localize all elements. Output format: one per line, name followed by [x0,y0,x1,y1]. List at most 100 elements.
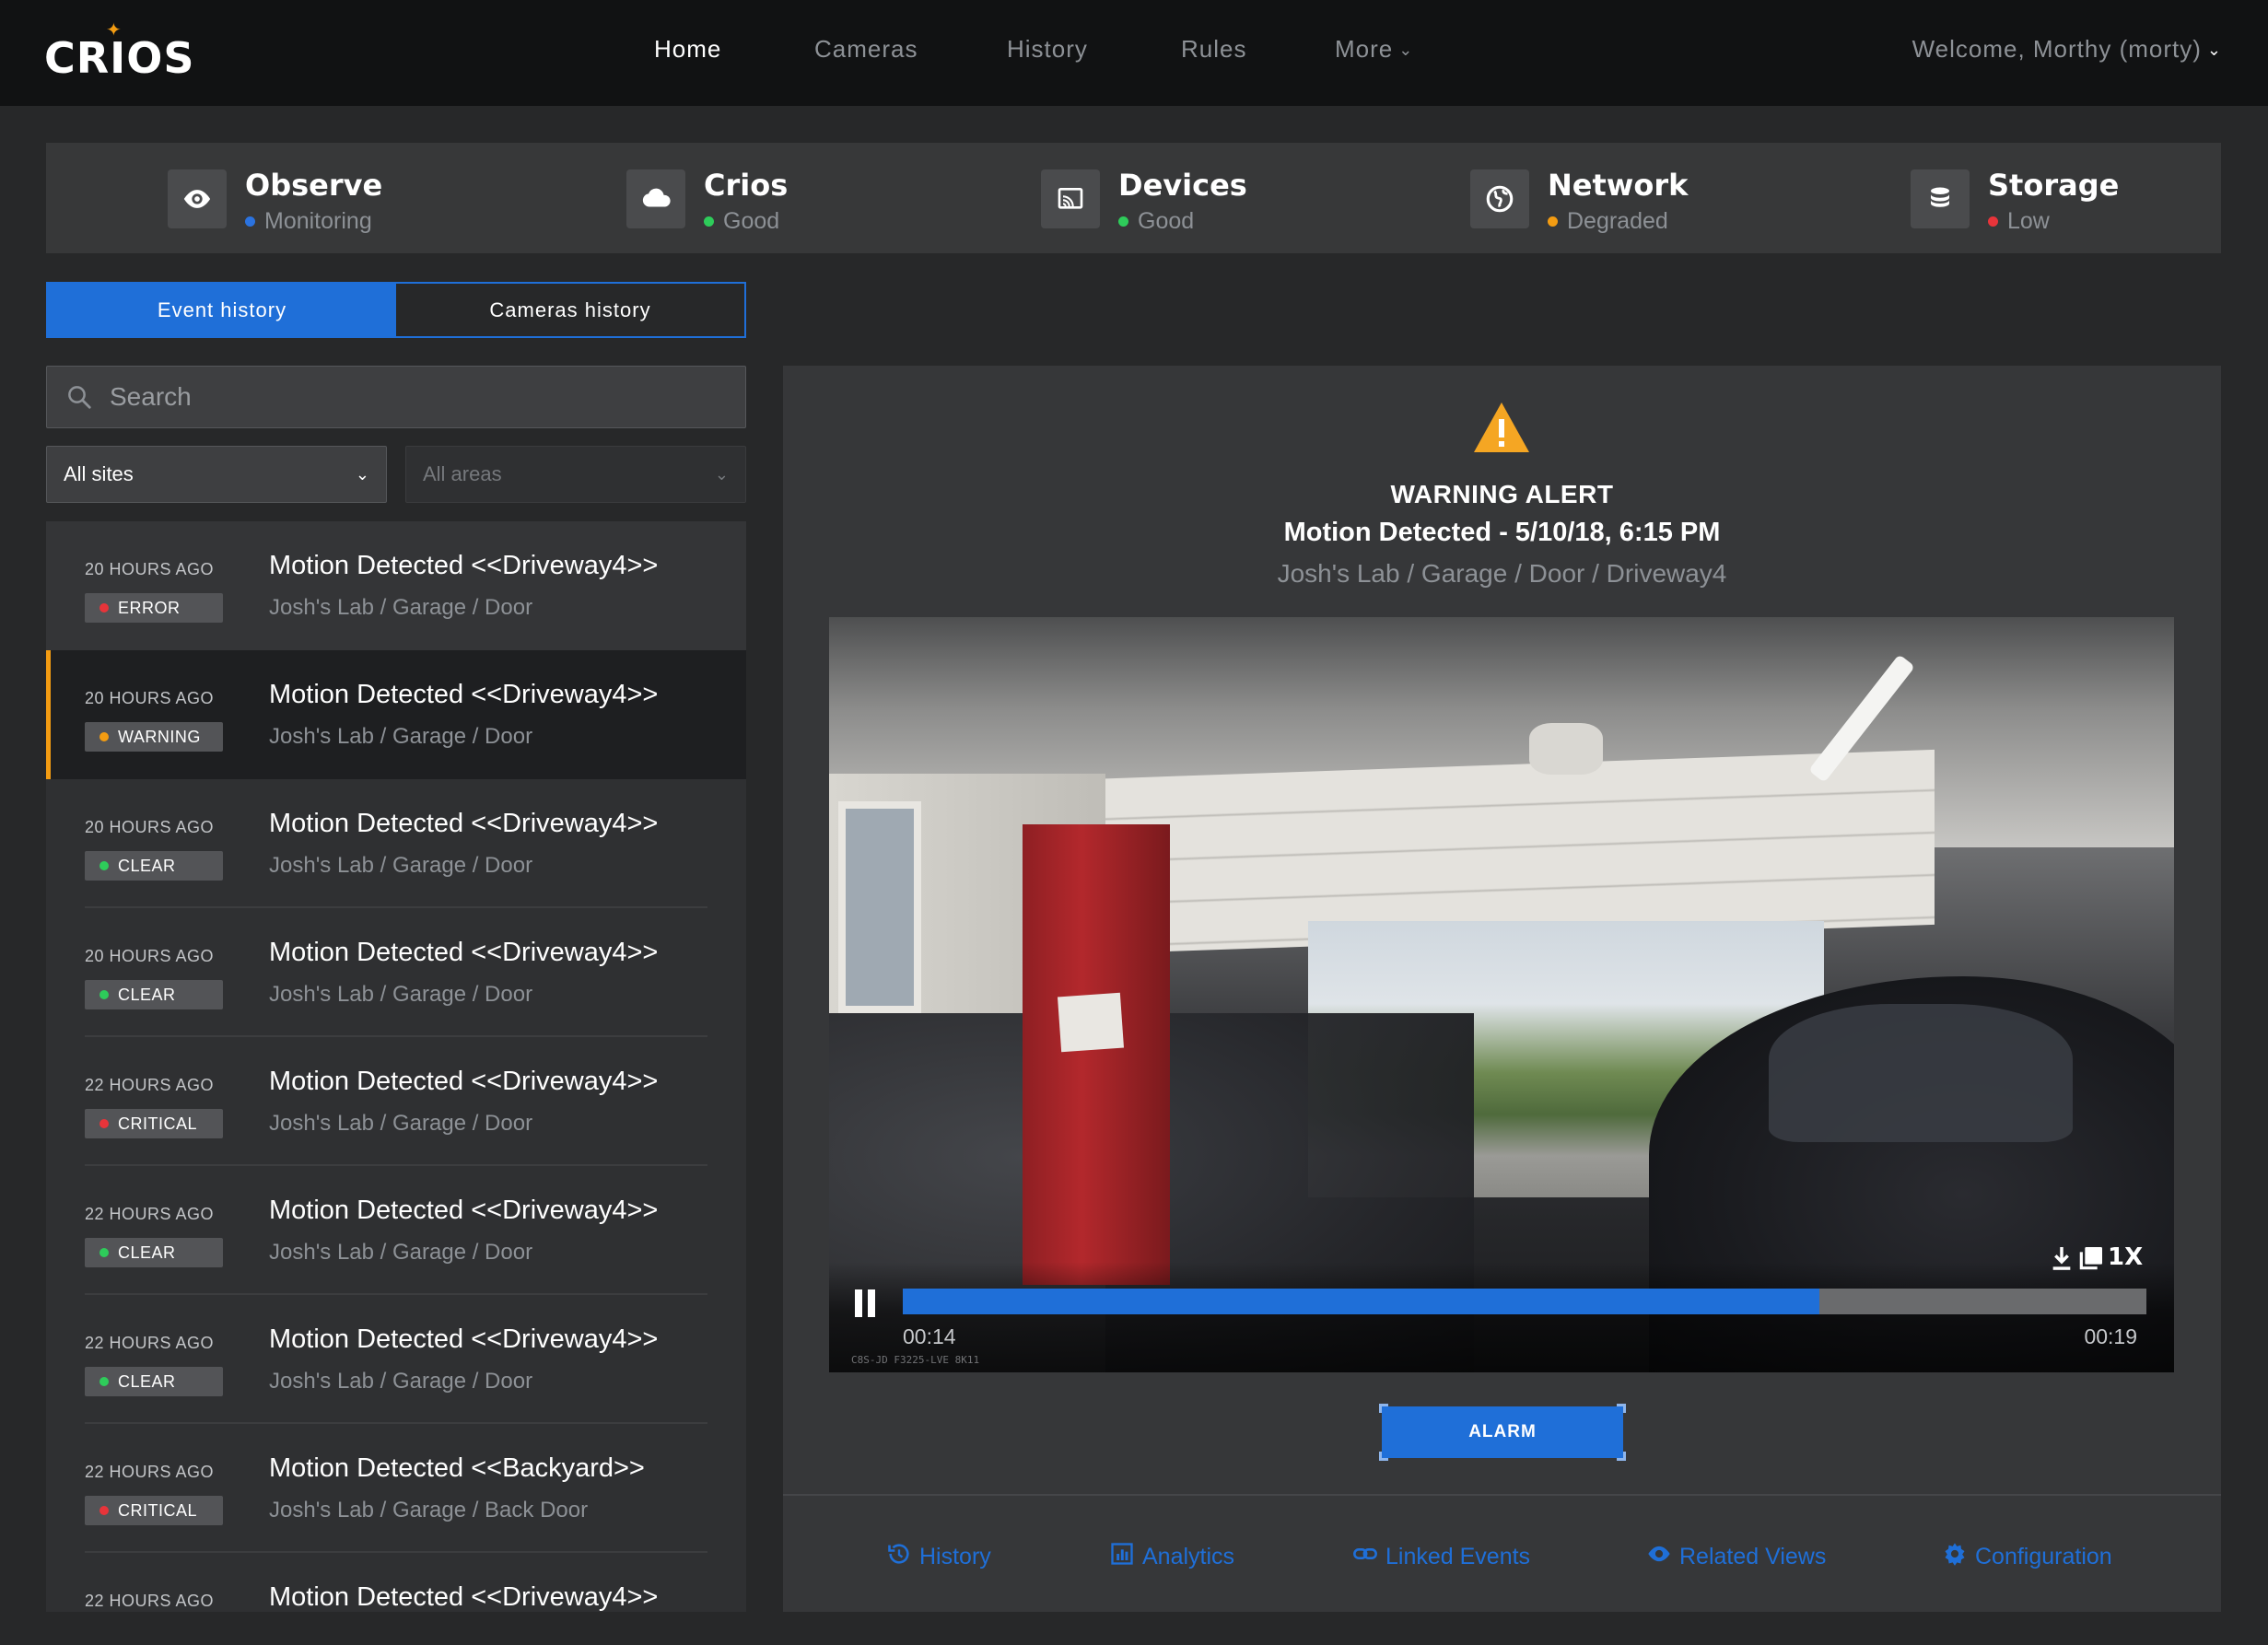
event-row[interactable]: 22 HOURS AGO CLEAR Motion Detected <<Dri… [46,1295,746,1424]
severity-badge: ERROR [85,593,223,623]
event-row[interactable]: 22 HOURS AGO CLEAR Motion Detected <<Dri… [46,1166,746,1295]
user-menu[interactable]: Welcome, Morthy (morty) ⌄ [1912,35,2222,64]
event-row-selected[interactable]: 20 HOURS AGO WARNING Motion Detected <<D… [46,650,746,779]
event-row[interactable]: 22 HOURS AGO Motion Detected <<Driveway4… [46,1553,746,1612]
search-box [46,366,746,428]
video-controls-overlay [829,1262,2174,1372]
link-related-views[interactable]: Related Views [1646,1541,1826,1570]
event-list[interactable]: 20 HOURS AGO ERROR Motion Detected <<Dri… [46,521,746,1612]
nav-more[interactable]: More ⌄ [1335,35,1413,64]
event-title: Motion Detected <<Driveway4>> [269,1196,659,1225]
status-dot [704,216,714,227]
areas-dropdown-value: All areas [423,462,502,485]
video-frame-red-cabinet [1023,824,1170,1285]
video-frame-window [838,801,921,1013]
system-status-strip: Observe Monitoring Crios Good Devices Go… [46,143,2221,253]
focus-corner [1379,1404,1388,1413]
event-path: Josh's Lab / Garage / Door [269,1111,533,1136]
severity-badge: WARNING [85,722,223,752]
event-time: 22 HOURS AGO [85,1334,215,1352]
search-icon [68,386,91,409]
event-title: Motion Detected <<Driveway4>> [269,1324,659,1354]
chevron-down-icon: ⌄ [1398,41,1414,59]
video-progress-bar[interactable] [903,1289,2146,1314]
video-player[interactable]: 1X 00:14 00:19 C8S-JD F3225-LVE 8K11 [829,617,2174,1372]
event-path: Josh's Lab / Garage / Door [269,595,533,620]
tab-cameras-history[interactable]: Cameras history [396,284,744,336]
event-title: Motion Detected <<Driveway4>> [269,938,659,967]
nav-home[interactable]: Home [654,35,721,64]
focus-corner [1617,1452,1626,1461]
history-icon [888,1544,909,1564]
event-time: 20 HOURS AGO [85,560,215,578]
severity-badge: CLEAR [85,1238,223,1267]
focus-corner [1379,1452,1388,1461]
tab-event-history[interactable]: Event history [48,284,396,336]
nav-rules[interactable]: Rules [1181,35,1246,64]
event-path: Josh's Lab / Garage / Door [269,982,533,1007]
bar-chart-icon [1111,1543,1133,1565]
video-frame-door-opener [1529,723,1603,775]
eye-icon [168,169,227,228]
event-time: 20 HOURS AGO [85,818,215,836]
event-path: Josh's Lab / Garage / Door [269,724,533,749]
pause-button[interactable] [853,1289,879,1317]
severity-badge: CRITICAL [85,1496,223,1525]
event-path: Josh's Lab / Garage / Door [269,853,533,878]
pause-icon [868,1289,875,1317]
link-configuration[interactable]: Configuration [1942,1541,2112,1570]
link-analytics[interactable]: Analytics [1109,1541,1234,1570]
pause-icon [855,1289,862,1317]
warning-icon [1474,402,1529,452]
nav-history[interactable]: History [1007,35,1088,64]
chevron-down-icon: ⌄ [2206,41,2222,59]
sites-dropdown-value: All sites [64,462,134,485]
severity-dot [99,1119,109,1128]
event-time: 22 HOURS AGO [85,1076,215,1094]
logo-star-icon: ✦ [106,20,122,41]
nav-cameras[interactable]: Cameras [814,35,918,64]
status-name: Observe [245,168,383,203]
focus-corner [1617,1404,1626,1413]
alert-title: Motion Detected - 5/10/18, 6:15 PM [1283,518,1721,547]
current-time: 00:14 [903,1324,956,1348]
copy-icon[interactable] [2076,1242,2106,1274]
event-row[interactable]: 22 HOURS AGO CRITICAL Motion Detected <<… [46,1037,746,1166]
link-linked-events[interactable]: Linked Events [1352,1541,1530,1570]
areas-dropdown[interactable]: All areas ⌄ [405,446,746,503]
event-path: Josh's Lab / Garage / Door [269,1240,533,1265]
status-state: Good [704,208,779,235]
history-tabs: Event history Cameras history [46,282,746,338]
gear-icon [1945,1543,1965,1566]
severity-badge: CRITICAL [85,1109,223,1138]
database-icon [1911,169,1970,228]
event-row[interactable]: 22 HOURS AGO CRITICAL Motion Detected <<… [46,1424,746,1553]
event-title: Motion Detected <<Driveway4>> [269,1582,659,1612]
severity-dot [99,1248,109,1257]
alert-type: WARNING ALERT [1390,480,1614,508]
event-row[interactable]: 20 HOURS AGO CLEAR Motion Detected <<Dri… [46,779,746,908]
chevron-down-icon: ⌄ [355,465,369,484]
severity-dot [99,732,109,741]
event-title: Motion Detected <<Driveway4>> [269,680,659,709]
event-row[interactable]: 20 HOURS AGO CLEAR Motion Detected <<Dri… [46,908,746,1037]
link-history[interactable]: History [886,1541,991,1570]
event-title: Motion Detected <<Driveway4>> [269,1067,659,1096]
event-row[interactable]: 20 HOURS AGO ERROR Motion Detected <<Dri… [46,521,746,650]
eye-icon [1648,1546,1670,1562]
download-icon[interactable] [2047,1242,2076,1274]
sites-dropdown[interactable]: All sites ⌄ [46,446,387,503]
status-dot [1988,216,1998,227]
status-dot [1548,216,1558,227]
event-path: Josh's Lab / Garage / Back Door [269,1498,589,1522]
event-time: 20 HOURS AGO [85,947,215,965]
video-progress-fill [903,1289,1819,1314]
severity-dot [99,861,109,870]
event-time: 22 HOURS AGO [85,1463,215,1481]
alarm-button[interactable]: ALARM [1379,1404,1626,1461]
severity-badge: CLEAR [85,980,223,1009]
status-name: Storage [1988,168,2120,203]
playback-speed[interactable]: 1X [2108,1243,2143,1271]
cast-icon [1041,169,1100,228]
search-input[interactable] [110,367,736,427]
